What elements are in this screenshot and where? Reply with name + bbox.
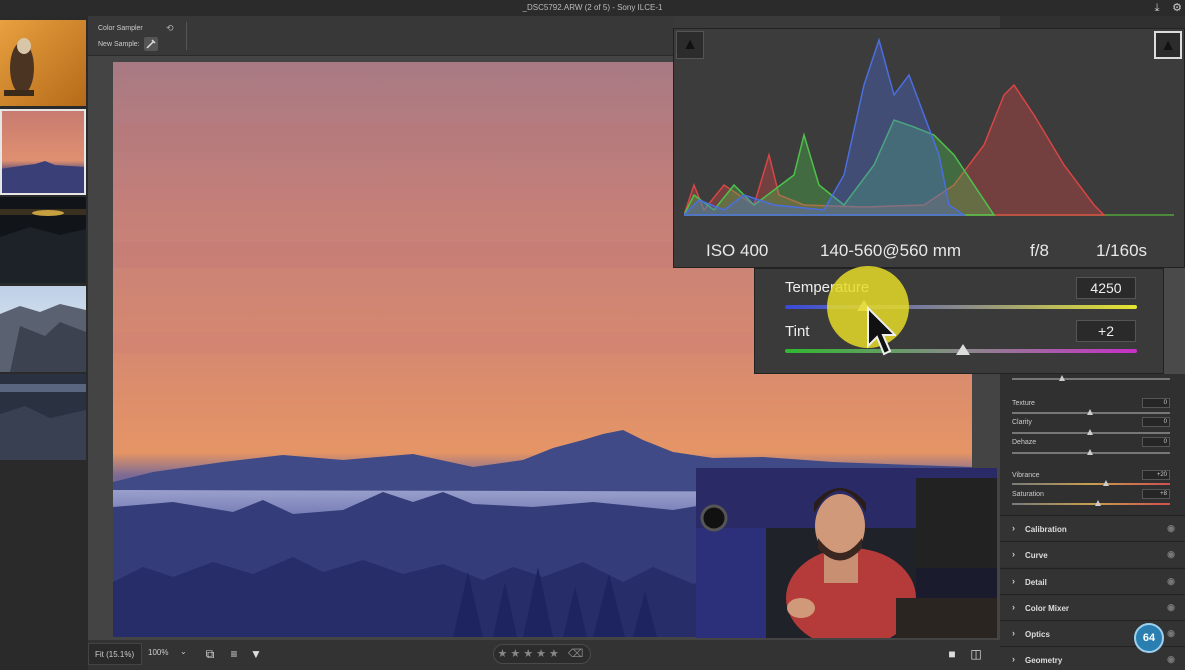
tint-value[interactable]: +2 [1076, 320, 1136, 342]
saturation-knob[interactable] [1095, 500, 1101, 506]
clarity-label: Clarity [1012, 419, 1032, 426]
exif-lens: 140-560@560 mm [820, 241, 962, 260]
thumbnail-rocky-peaks[interactable] [0, 286, 86, 372]
color-sampler-label: Color Sampler [98, 25, 143, 32]
sort-icon[interactable]: ≡ [226, 645, 242, 663]
tint-label: Tint [785, 323, 810, 340]
slider-track[interactable] [1012, 378, 1170, 380]
presenter-webcam [696, 468, 997, 638]
section-label: Optics [1025, 630, 1050, 639]
before-after-icon[interactable]: ◫ [968, 645, 984, 663]
section-label: Calibration [1025, 525, 1067, 534]
texture-knob[interactable] [1087, 409, 1093, 415]
dehaze-knob[interactable] [1087, 449, 1093, 455]
window-title: _DSC5792.ARW (2 of 5) - Sony ILCE-1 [522, 3, 663, 12]
thumbnail-night-valley[interactable] [0, 197, 86, 283]
filter-icon[interactable]: ▼ [248, 645, 264, 663]
saturation-row: Saturation +8 [1012, 489, 1172, 499]
exif-shutter: 1/160s [1096, 241, 1148, 260]
vibrance-label: Vibrance [1012, 472, 1040, 479]
section-color-mixer[interactable]: › Color Mixer ◉ [1000, 594, 1185, 620]
thumbnail-rocky-dusk[interactable] [0, 374, 86, 460]
histogram-graph [684, 37, 1174, 216]
chevron-right-icon: › [1012, 523, 1015, 533]
zoom-chevron-down-icon[interactable]: ⌄ [180, 647, 187, 656]
chevron-right-icon: › [1012, 602, 1015, 612]
dehaze-label: Dehaze [1012, 439, 1037, 446]
compare-icon[interactable]: ⧉ [202, 645, 218, 663]
temperature-value[interactable]: 4250 [1076, 277, 1136, 299]
save-icon[interactable]: ⤓ [1150, 1, 1164, 15]
dehaze-value[interactable]: 0 [1142, 437, 1170, 447]
star-rating[interactable]: ★★★★★ ⌫ [493, 644, 591, 664]
color-sampler-toolbar: Color Sampler ⟲ New Sample: [88, 16, 673, 56]
vibrance-value[interactable]: +20 [1142, 470, 1170, 480]
eye-icon[interactable]: ◉ [1167, 523, 1175, 534]
section-detail[interactable]: › Detail ◉ [1000, 568, 1185, 594]
single-view-icon[interactable]: ■ [944, 645, 960, 663]
eye-icon[interactable]: ◉ [1167, 628, 1175, 639]
slider-knob[interactable] [1059, 375, 1065, 381]
thumbnail-hawk[interactable] [0, 20, 86, 106]
exif-iso: ISO 400 [706, 241, 769, 260]
tint-knob[interactable] [956, 344, 970, 355]
histogram-panel: ▲ ▲ ISO 400 140-560@560 mm f/8 1/160s [673, 28, 1185, 268]
texture-value[interactable]: 0 [1142, 398, 1170, 408]
channel-logo: 64 [1134, 623, 1164, 653]
dehaze-row: Dehaze 0 [1012, 437, 1172, 447]
section-label: Detail [1025, 578, 1047, 587]
saturation-value[interactable]: +8 [1142, 489, 1170, 499]
zoom-level[interactable]: 100% [148, 648, 168, 657]
eye-icon[interactable]: ◉ [1167, 654, 1175, 665]
clarity-knob[interactable] [1087, 429, 1093, 435]
vibrance-slider[interactable] [1012, 483, 1170, 485]
new-sample-label: New Sample: [98, 41, 140, 48]
gear-icon[interactable]: ⚙ [1170, 1, 1184, 15]
clarity-row: Clarity 0 [1012, 417, 1172, 427]
raw-editor-window: _DSC5792.ARW (2 of 5) - Sony ILCE-1 ⤓ ⚙ [0, 0, 1185, 670]
chevron-right-icon: › [1012, 549, 1015, 559]
vibrance-row: Vibrance +20 [1012, 470, 1172, 480]
saturation-label: Saturation [1012, 491, 1044, 498]
reset-sampler-icon[interactable]: ⟲ [166, 23, 174, 34]
mouse-cursor-icon [867, 306, 896, 356]
section-label: Geometry [1025, 656, 1063, 665]
texture-row: Texture 0 [1012, 398, 1172, 408]
chevron-right-icon: › [1012, 576, 1015, 586]
toolbar-divider [186, 22, 187, 50]
saturation-slider[interactable] [1012, 503, 1170, 505]
fit-zoom-button[interactable]: Fit (15.1%) [88, 643, 142, 665]
texture-label: Texture [1012, 400, 1035, 407]
section-label: Curve [1025, 551, 1048, 560]
title-bar: _DSC5792.ARW (2 of 5) - Sony ILCE-1 ⤓ ⚙ [0, 0, 1185, 16]
section-label: Color Mixer [1025, 604, 1070, 613]
section-calibration[interactable]: › Calibration ◉ [1000, 515, 1185, 541]
chevron-right-icon: › [1012, 654, 1015, 664]
white-balance-panel: Temperature 4250 Tint +2 [754, 268, 1164, 374]
thumbnail-sunset[interactable] [0, 109, 86, 195]
panel-scrollbar[interactable] [1164, 268, 1185, 374]
filmstrip [0, 16, 88, 670]
section-curve[interactable]: › Curve ◉ [1000, 541, 1185, 567]
eye-icon[interactable]: ◉ [1167, 576, 1175, 587]
bottom-bar: Fit (15.1%) 100% ⌄ ⧉ ≡ ▼ ★★★★★ ⌫ ■ ◫ [88, 640, 1000, 670]
clarity-value[interactable]: 0 [1142, 417, 1170, 427]
vibrance-knob[interactable] [1103, 480, 1109, 486]
eyedropper-icon[interactable] [144, 37, 158, 51]
exif-aperture: f/8 [1030, 241, 1049, 260]
eye-icon[interactable]: ◉ [1167, 602, 1175, 613]
chevron-right-icon: › [1012, 628, 1015, 638]
eye-icon[interactable]: ◉ [1167, 549, 1175, 560]
